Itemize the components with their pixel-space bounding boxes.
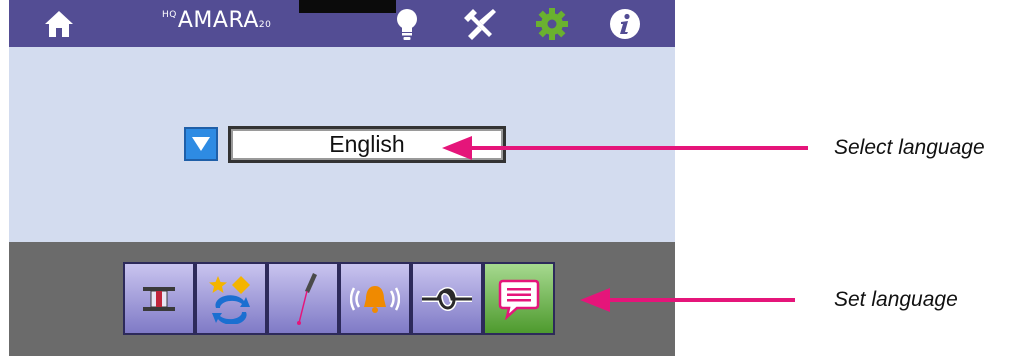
select-language-arrow — [442, 136, 808, 160]
set-language-annotation: Set language — [834, 288, 958, 311]
select-language-annotation: Select language — [834, 136, 985, 159]
set-language-arrow — [580, 288, 795, 312]
